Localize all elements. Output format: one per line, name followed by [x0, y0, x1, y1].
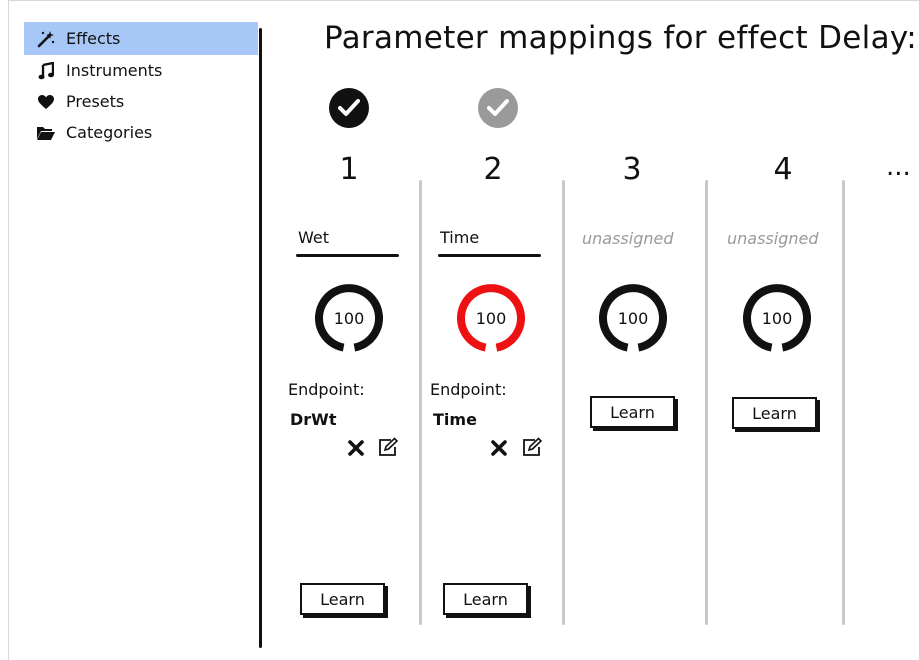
magic-wand-icon	[36, 29, 56, 49]
column-divider	[705, 180, 708, 625]
slot-2-param-field[interactable]: Time	[440, 228, 479, 247]
sidebar-item-label: Effects	[66, 29, 121, 48]
slot-2-endpoint-value: Time	[433, 410, 477, 429]
slot-4-knob-value: 100	[761, 308, 793, 328]
slot-1-enabled-check-icon[interactable]	[329, 88, 369, 128]
window-top-border	[8, 0, 919, 1]
window-left-border	[8, 0, 9, 660]
slot-4-param-unassigned[interactable]: unassigned	[727, 229, 819, 248]
sidebar-divider	[259, 28, 262, 648]
slot-2-edit-icon[interactable]	[521, 436, 543, 458]
sidebar-item-categories[interactable]: Categories	[24, 117, 258, 148]
sidebar-item-label: Presets	[66, 92, 125, 111]
sidebar: Effects Instruments Presets Categories	[24, 22, 258, 148]
sidebar-item-label: Categories	[66, 123, 153, 142]
more-slots-indicator: ...	[886, 152, 911, 182]
slot-1-endpoint-label: Endpoint:	[288, 380, 365, 399]
column-divider	[562, 180, 565, 625]
column-divider	[419, 180, 422, 625]
slot-2-param-underline	[438, 254, 541, 257]
sidebar-item-presets[interactable]: Presets	[24, 86, 258, 117]
slot-4-learn-button[interactable]: Learn	[732, 397, 817, 429]
slot-2-endpoint-label: Endpoint:	[430, 380, 507, 399]
heart-icon	[36, 92, 56, 112]
slot-3-learn-button[interactable]: Learn	[590, 396, 675, 428]
page-title: Parameter mappings for effect Delay:	[324, 20, 918, 56]
slot-1-endpoint-value: DrWt	[290, 410, 337, 429]
slot-1-param-underline	[296, 254, 399, 257]
sidebar-item-label: Instruments	[66, 61, 163, 80]
slot-1-param-field[interactable]: Wet	[298, 228, 329, 247]
folder-open-icon	[36, 123, 56, 143]
slot-2-knob-value: 100	[475, 308, 507, 328]
slot-3-number: 3	[622, 152, 642, 187]
slot-1-edit-icon[interactable]	[377, 436, 399, 458]
slot-1-knob-value: 100	[333, 308, 365, 328]
slot-2-number: 2	[483, 152, 503, 187]
slot-3-knob-value: 100	[617, 308, 649, 328]
slot-1-learn-button[interactable]: Learn	[300, 583, 385, 615]
music-note-icon	[36, 61, 56, 81]
slot-1-number: 1	[339, 152, 359, 187]
slot-2-learn-button[interactable]: Learn	[443, 583, 528, 615]
sidebar-item-effects[interactable]: Effects	[24, 22, 258, 55]
sidebar-item-instruments[interactable]: Instruments	[24, 55, 258, 86]
slot-3-param-unassigned[interactable]: unassigned	[582, 229, 674, 248]
slot-4-number: 4	[773, 152, 793, 187]
column-divider	[842, 180, 845, 625]
slot-1-remove-icon[interactable]	[345, 437, 367, 459]
slot-2-disabled-check-icon[interactable]	[478, 88, 518, 128]
slot-2-remove-icon[interactable]	[488, 437, 510, 459]
